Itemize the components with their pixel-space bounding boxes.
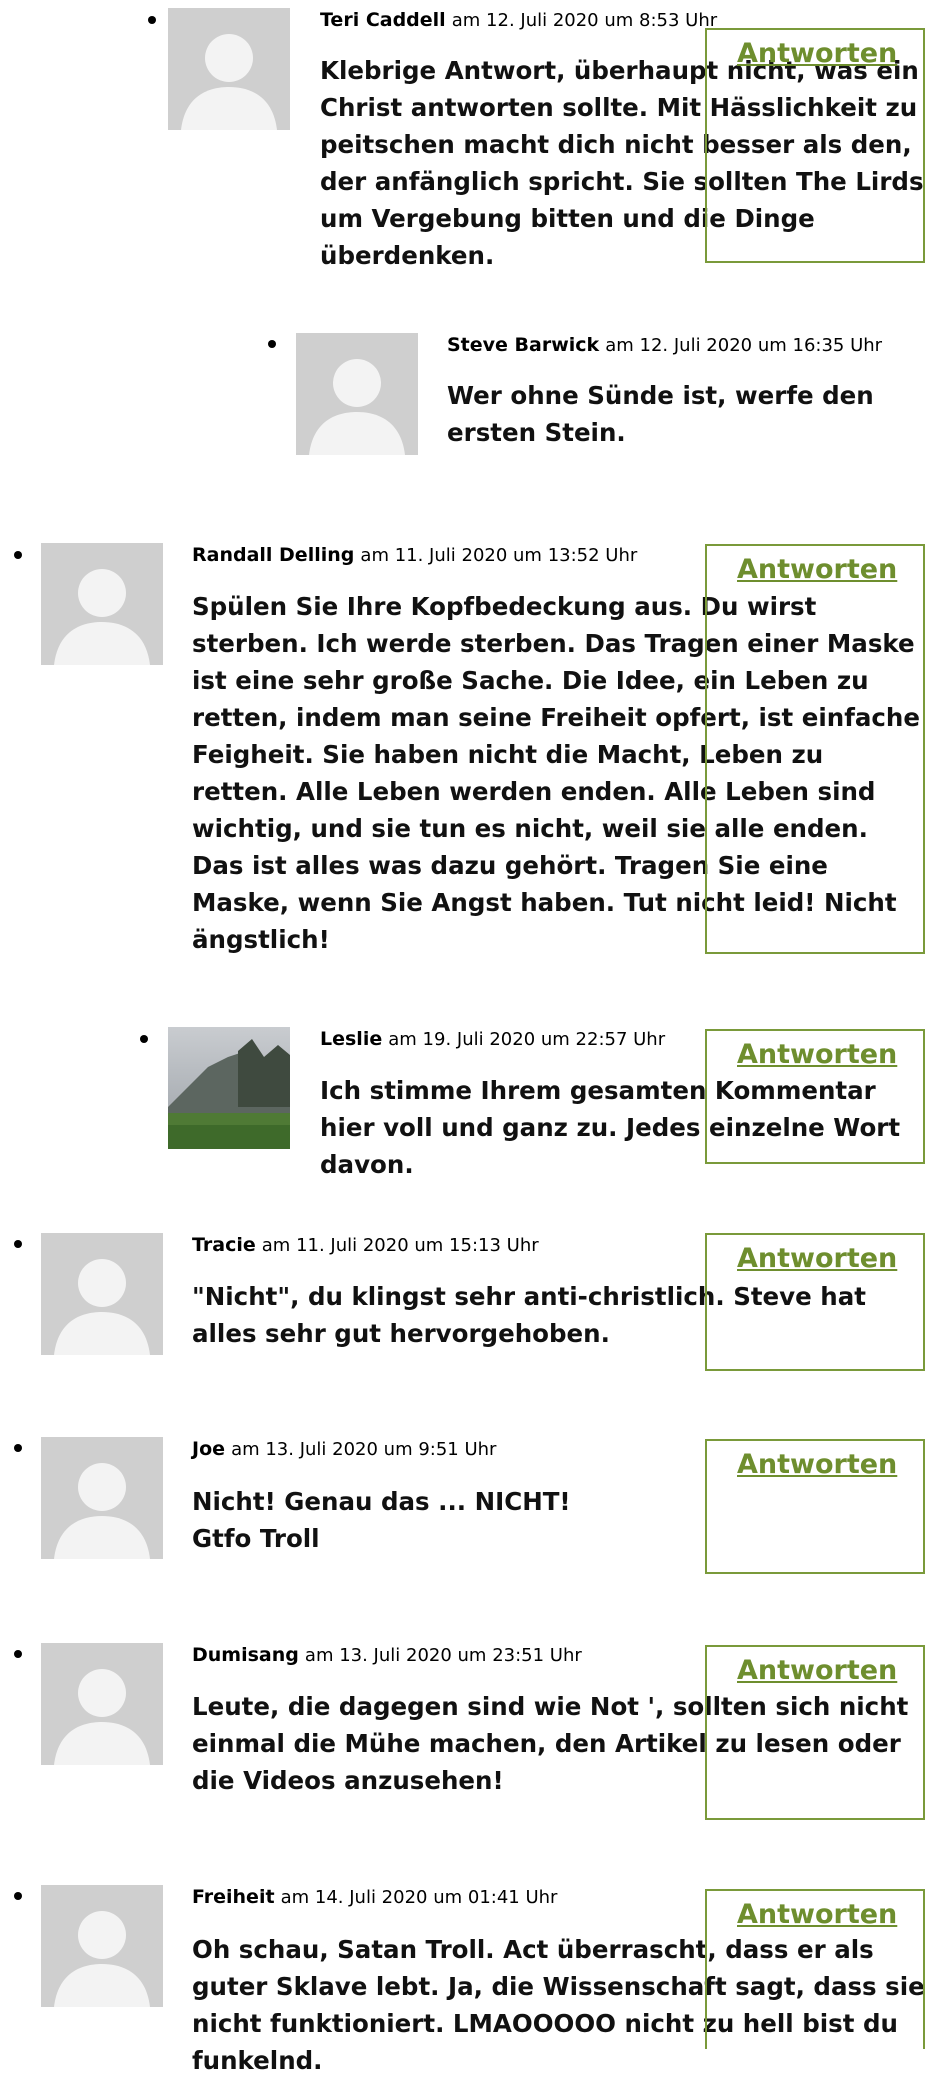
comment-meta: Dumisang am 13. Juli 2020 um 23:51 Uhr <box>192 1643 582 1668</box>
reply-link[interactable]: Antworten <box>737 38 897 69</box>
default-avatar-icon <box>168 8 290 130</box>
comment-text: Wer ohne Sünde ist, werfe den ersten Ste… <box>447 381 874 447</box>
default-avatar-icon <box>296 333 418 455</box>
reply-button[interactable]: Antworten <box>705 1645 925 1820</box>
reply-button[interactable]: Antworten <box>705 544 925 954</box>
comment-date[interactable]: am 11. Juli 2020 um 15:13 Uhr <box>262 1235 539 1256</box>
avatar <box>168 8 290 130</box>
reply-button[interactable]: Antworten <box>705 28 925 263</box>
comment-date[interactable]: am 12. Juli 2020 um 16:35 Uhr <box>605 335 882 356</box>
comment-author[interactable]: Dumisang <box>192 1644 299 1666</box>
list-bullet <box>268 340 276 348</box>
comment-author[interactable]: Joe <box>192 1438 225 1460</box>
comment-author[interactable]: Randall Delling <box>192 544 354 566</box>
reply-link[interactable]: Antworten <box>737 1449 897 1480</box>
comment-meta: Leslie am 19. Juli 2020 um 22:57 Uhr <box>320 1027 665 1052</box>
comment-meta: Teri Caddell am 12. Juli 2020 um 8:53 Uh… <box>320 8 717 33</box>
list-bullet <box>14 1444 22 1452</box>
avatar <box>296 333 418 455</box>
comment-text-line: Nicht! Genau das ... NICHT! <box>192 1487 571 1516</box>
list-bullet <box>148 16 156 24</box>
comment-meta: Steve Barwick am 12. Juli 2020 um 16:35 … <box>447 333 882 358</box>
comment-meta: Tracie am 11. Juli 2020 um 15:13 Uhr <box>192 1233 539 1258</box>
reply-link[interactable]: Antworten <box>737 554 897 585</box>
avatar <box>41 1437 163 1559</box>
comment-author[interactable]: Freiheit <box>192 1886 275 1908</box>
comment-date[interactable]: am 19. Juli 2020 um 22:57 Uhr <box>388 1029 665 1050</box>
landscape-photo-avatar-icon <box>168 1027 290 1149</box>
default-avatar-icon <box>41 543 163 665</box>
reply-button[interactable]: Antworten <box>705 1439 925 1574</box>
comment-date[interactable]: am 13. Juli 2020 um 9:51 Uhr <box>231 1439 496 1460</box>
reply-link[interactable]: Antworten <box>737 1655 897 1686</box>
comment-meta: Freiheit am 14. Juli 2020 um 01:41 Uhr <box>192 1885 557 1910</box>
list-bullet <box>14 551 22 559</box>
list-bullet <box>140 1035 148 1043</box>
avatar <box>41 1233 163 1355</box>
comment-meta: Randall Delling am 11. Juli 2020 um 13:5… <box>192 543 637 568</box>
reply-button[interactable]: Antworten <box>705 1889 925 2049</box>
comment-date[interactable]: am 13. Juli 2020 um 23:51 Uhr <box>305 1645 582 1666</box>
comment-date[interactable]: am 12. Juli 2020 um 8:53 Uhr <box>452 10 717 31</box>
comment-text-line: Gtfo Troll <box>192 1524 320 1553</box>
comment-text: Nicht! Genau das ... NICHT! Gtfo Troll <box>192 1483 692 1557</box>
comment-author[interactable]: Steve Barwick <box>447 334 599 356</box>
avatar <box>41 543 163 665</box>
reply-link[interactable]: Antworten <box>737 1899 897 1930</box>
list-bullet <box>14 1650 22 1658</box>
avatar <box>168 1027 290 1149</box>
default-avatar-icon <box>41 1885 163 2007</box>
reply-link[interactable]: Antworten <box>737 1039 897 1070</box>
list-bullet <box>14 1892 22 1900</box>
comment-date[interactable]: am 14. Juli 2020 um 01:41 Uhr <box>281 1887 558 1908</box>
comment-author[interactable]: Teri Caddell <box>320 9 446 31</box>
avatar <box>41 1643 163 1765</box>
reply-button[interactable]: Antworten <box>705 1233 925 1371</box>
default-avatar-icon <box>41 1233 163 1355</box>
default-avatar-icon <box>41 1437 163 1559</box>
default-avatar-icon <box>41 1643 163 1765</box>
comment-author[interactable]: Leslie <box>320 1028 382 1050</box>
reply-link[interactable]: Antworten <box>737 1243 897 1274</box>
comment-author[interactable]: Tracie <box>192 1234 256 1256</box>
list-bullet <box>14 1240 22 1248</box>
comment-date[interactable]: am 11. Juli 2020 um 13:52 Uhr <box>360 545 637 566</box>
reply-button[interactable]: Antworten <box>705 1029 925 1164</box>
comment-meta: Joe am 13. Juli 2020 um 9:51 Uhr <box>192 1437 496 1462</box>
avatar <box>41 1885 163 2007</box>
